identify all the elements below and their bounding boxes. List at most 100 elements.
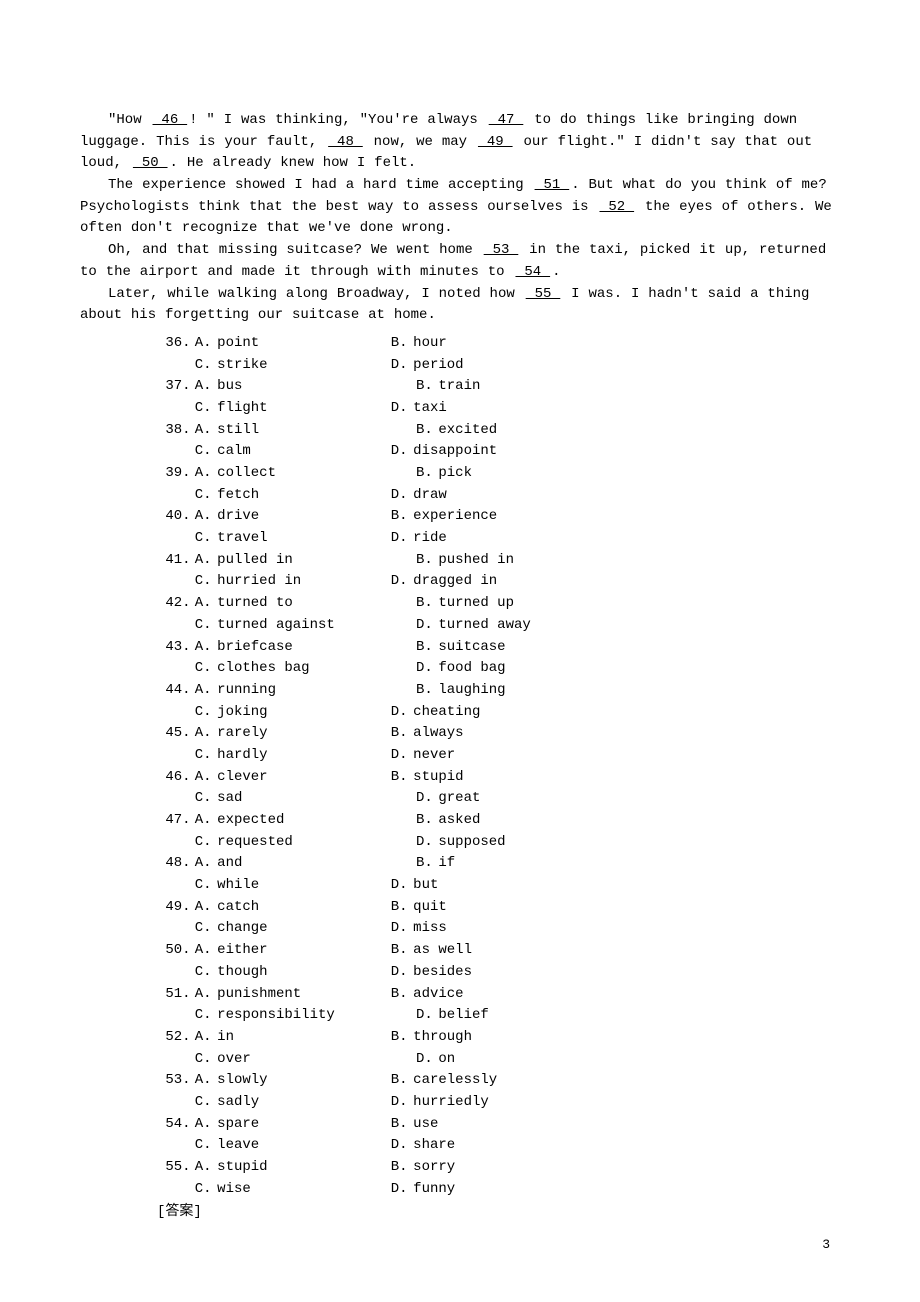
option-d: draw: [413, 485, 454, 507]
question-row: 45.A.rarelyB.always: [157, 723, 840, 745]
question-row-cd: C.requestedD.supposed: [157, 832, 840, 854]
paragraph-4: Later, while walking along Broadway, I n…: [80, 284, 840, 327]
option-letter-d: D.: [412, 832, 439, 854]
option-c: over: [217, 1049, 258, 1071]
option-c: responsibility: [217, 1005, 342, 1027]
option-letter-d: D.: [387, 962, 414, 984]
option-letter-c: C.: [191, 702, 218, 724]
blank-52: 52: [597, 199, 636, 215]
question-row-cd: C.jokingD.cheating: [157, 702, 840, 724]
blank-50: 50: [131, 155, 170, 171]
option-a: running: [217, 680, 283, 702]
option-letter-d: D.: [387, 528, 414, 550]
option-d: supposed: [438, 832, 512, 854]
paragraph-3: Oh, and that missing suitcase? We went h…: [80, 240, 840, 283]
paragraph-2: The experience showed I had a hard time …: [80, 175, 840, 240]
option-letter-a: A.: [191, 463, 218, 485]
option-letter-a: A.: [191, 333, 218, 355]
option-c: strike: [217, 355, 274, 377]
option-c: calm: [217, 441, 258, 463]
option-letter-a: A.: [191, 593, 218, 615]
option-letter-c: C.: [191, 1179, 218, 1201]
option-letter-b: B.: [412, 680, 439, 702]
option-a: in: [217, 1027, 241, 1049]
question-row-cd: C.sadlyD.hurriedly: [157, 1092, 840, 1114]
option-letter-b: B.: [387, 767, 414, 789]
question-number: 48.: [157, 853, 191, 875]
option-letter-a: A.: [191, 637, 218, 659]
question-number: 44.: [157, 680, 191, 702]
question-number: 39.: [157, 463, 191, 485]
page-number: 3: [822, 1237, 830, 1252]
question-row: 48.A.andB.if: [157, 853, 840, 875]
option-letter-c: C.: [191, 485, 218, 507]
blank-48: 48: [326, 134, 365, 150]
question-row-cd: C.wiseD.funny: [157, 1179, 840, 1201]
option-a: still: [217, 420, 266, 442]
question-number: 50.: [157, 940, 191, 962]
question-row-cd: C.calmD.disappoint: [157, 441, 840, 463]
question-row: 47.A.expectedB.asked: [157, 810, 840, 832]
option-b: excited: [438, 420, 504, 442]
question-row: 37.A.busB.train: [157, 376, 840, 398]
question-row-cd: C.hardlyD.never: [157, 745, 840, 767]
question-row-cd: C.thoughD.besides: [157, 962, 840, 984]
option-b: always: [413, 723, 470, 745]
option-a: expected: [217, 810, 291, 832]
blank-53: 53: [482, 242, 521, 258]
option-c: fetch: [217, 485, 266, 507]
option-letter-a: A.: [191, 1114, 218, 1136]
option-letter-a: A.: [191, 550, 218, 572]
option-letter-a: A.: [191, 506, 218, 528]
option-letter-d: D.: [412, 1049, 439, 1071]
question-row-cd: C.travelD.ride: [157, 528, 840, 550]
question-row: 36.A.pointB.hour: [157, 333, 840, 355]
option-c: leave: [217, 1135, 266, 1157]
question-number: 40.: [157, 506, 191, 528]
option-c: while: [217, 875, 266, 897]
option-letter-c: C.: [191, 355, 218, 377]
question-row-cd: C.flightD.taxi: [157, 398, 840, 420]
question-row: 49.A.catchB.quit: [157, 897, 840, 919]
question-row: 39.A.collectB.pick: [157, 463, 840, 485]
option-b: turned up: [438, 593, 521, 615]
option-d: taxi: [413, 398, 454, 420]
option-letter-c: C.: [191, 615, 218, 637]
question-row: 38.A.stillB.excited: [157, 420, 840, 442]
blank-54: 54: [513, 264, 552, 280]
option-letter-c: C.: [191, 528, 218, 550]
question-row-cd: C.whileD.but: [157, 875, 840, 897]
option-b: laughing: [438, 680, 512, 702]
option-d: disappoint: [413, 441, 504, 463]
question-number: 37.: [157, 376, 191, 398]
option-letter-c: C.: [191, 571, 218, 593]
option-letter-b: B.: [412, 550, 439, 572]
blank-49: 49: [476, 134, 515, 150]
question-row: 40.A.driveB.experience: [157, 506, 840, 528]
option-letter-b: B.: [387, 333, 414, 355]
option-d: hurriedly: [413, 1092, 496, 1114]
option-letter-b: B.: [387, 897, 414, 919]
option-d: on: [438, 1049, 462, 1071]
option-b: experience: [413, 506, 504, 528]
option-letter-a: A.: [191, 984, 218, 1006]
option-letter-d: D.: [412, 658, 439, 680]
option-letter-c: C.: [191, 1005, 218, 1027]
option-a: slowly: [217, 1070, 274, 1092]
question-row: 50.A.eitherB.as well: [157, 940, 840, 962]
option-d: but: [413, 875, 445, 897]
option-letter-a: A.: [191, 897, 218, 919]
option-c: sad: [217, 788, 249, 810]
page-content: "How 46 ! " I was thinking, "You're alwa…: [0, 0, 920, 1264]
option-letter-c: C.: [191, 1135, 218, 1157]
option-letter-a: A.: [191, 1157, 218, 1179]
option-letter-c: C.: [191, 875, 218, 897]
option-c: clothes bag: [217, 658, 316, 680]
option-a: rarely: [217, 723, 274, 745]
blank-47: 47: [487, 112, 526, 128]
question-row-cd: C.turned againstD.turned away: [157, 615, 840, 637]
question-number: 45.: [157, 723, 191, 745]
option-letter-b: B.: [412, 463, 439, 485]
answer-label: [答案]: [157, 1202, 840, 1224]
option-letter-b: B.: [387, 1157, 414, 1179]
